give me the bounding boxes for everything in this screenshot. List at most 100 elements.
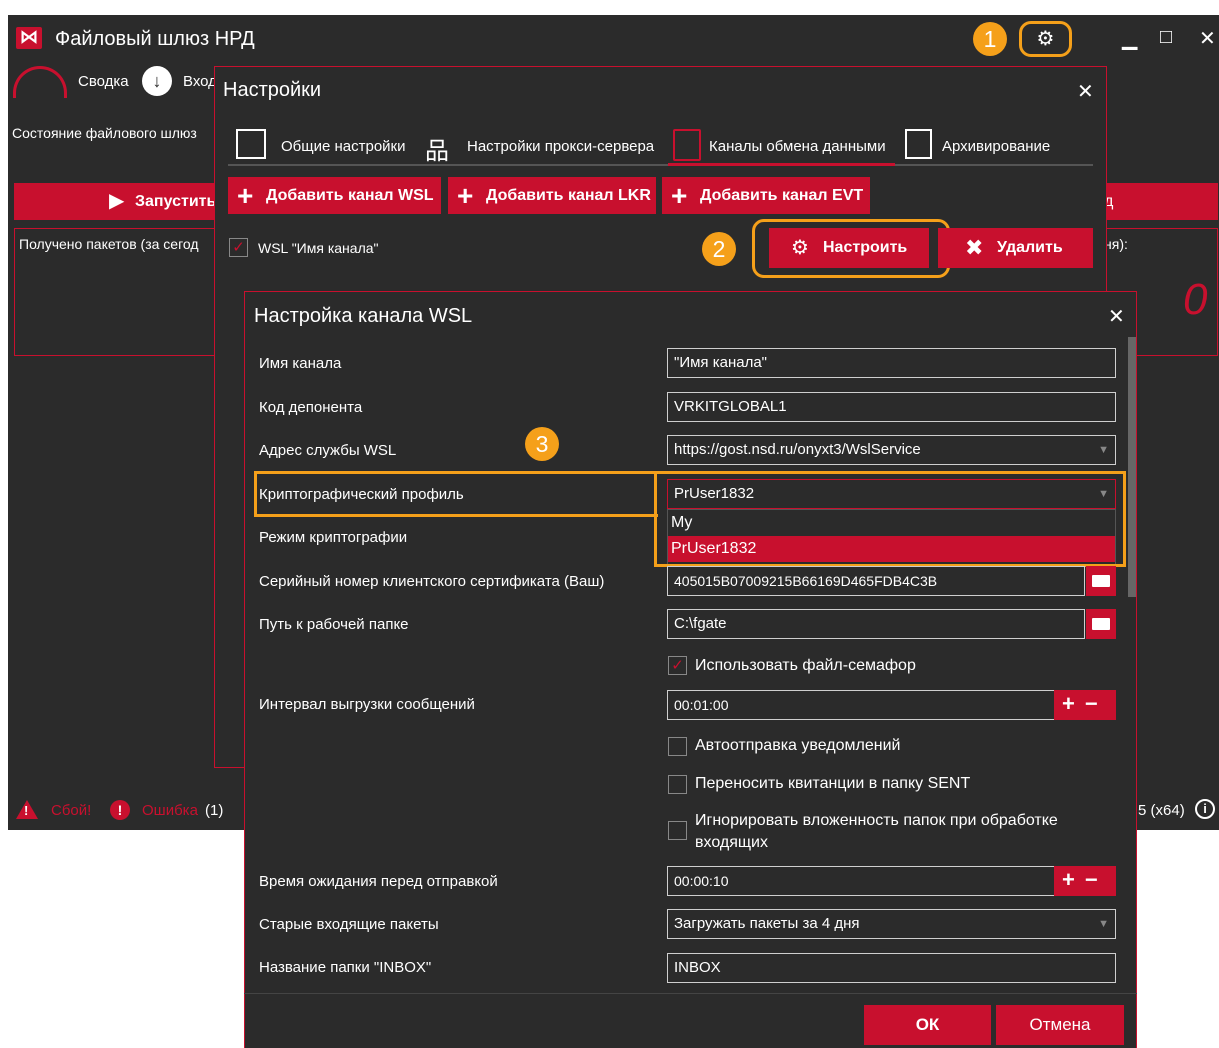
crypto-mode-label: Режим криптографии <box>259 529 408 546</box>
wsl-dialog-title: Настройка канала WSL <box>254 305 473 327</box>
channel-name-input[interactable]: "Имя канала" <box>667 348 1116 378</box>
close-window-button[interactable]: ✕ <box>1199 26 1216 51</box>
inbox-input[interactable]: INBOX <box>667 953 1116 983</box>
move-receipts-checkbox[interactable] <box>668 775 687 794</box>
version-text: 5 (x64) <box>1138 802 1185 819</box>
settings-gear-button[interactable]: ⚙ <box>1019 21 1072 57</box>
add-wsl-label: Добавить канал WSL <box>266 187 434 204</box>
auto-notify-label: Автоотправка уведомлений <box>695 737 901 754</box>
ignore-nesting-checkbox[interactable] <box>668 821 687 840</box>
wait-time-label: Время ожидания перед отправкой <box>259 873 498 890</box>
ok-button[interactable]: ОК <box>864 1005 991 1045</box>
semaphore-label: Использовать файл-семафор <box>695 657 916 674</box>
step-badge-3: 3 <box>525 427 559 461</box>
configure-highlight <box>752 219 950 278</box>
packets-received-label: Получено пакетов (за сегод <box>19 236 199 252</box>
path-browse-button[interactable] <box>1086 609 1116 639</box>
service-address-value: https://gost.nsd.ru/onyxt3/WslService <box>674 441 921 458</box>
nav-summary-tab[interactable]: Сводка <box>78 73 129 90</box>
info-icon[interactable]: i <box>1195 799 1215 819</box>
play-icon: ▶ <box>109 190 125 212</box>
add-evt-label: Добавить канал EVT <box>700 187 864 204</box>
network-icon: 品 <box>425 138 449 165</box>
tab-general[interactable]: Общие настройки <box>281 138 406 155</box>
minimize-button[interactable]: ▁ <box>1122 26 1137 51</box>
wsl-close-icon[interactable]: ✕ <box>1108 304 1125 329</box>
auto-notify-checkbox[interactable] <box>668 737 687 756</box>
delete-label: Удалить <box>997 239 1063 256</box>
delete-button[interactable]: ✖ Удалить <box>938 228 1093 268</box>
general-settings-icon <box>236 129 266 159</box>
start-button-label: Запустить <box>135 193 217 210</box>
archive-icon <box>905 129 932 159</box>
app-title: Файловый шлюз НРД <box>55 28 255 50</box>
path-input[interactable]: C:\fgate <box>667 609 1085 639</box>
cancel-button[interactable]: Отмена <box>996 1005 1124 1045</box>
tabs-divider <box>228 164 1093 166</box>
tab-proxy[interactable]: Настройки прокси-сервера <box>467 138 654 155</box>
service-address-label: Адрес службы WSL <box>259 442 397 459</box>
active-tab-indicator <box>668 163 895 166</box>
wait-time-input[interactable]: 00:00:10 <box>667 866 1116 896</box>
old-packets-value: Загружать пакеты за 4 дня <box>674 915 860 932</box>
wsl-scrollbar[interactable] <box>1128 337 1136 597</box>
interval-label: Интервал выгрузки сообщений <box>259 696 475 713</box>
crypto-dropdown-highlight <box>654 471 1126 567</box>
serial-browse-button[interactable] <box>1086 566 1116 596</box>
error-icon: ! <box>110 800 130 820</box>
wait-time-stepper[interactable]: +− <box>1054 866 1116 896</box>
tab-channels[interactable]: Каналы обмена данными <box>709 138 886 155</box>
step-badge-2: 2 <box>702 232 736 266</box>
folder-icon <box>1092 575 1110 587</box>
add-lkr-channel-button[interactable]: + Добавить канал LKR <box>448 177 656 214</box>
serial-input[interactable]: 405015B07009215B66169D465FDB4C3B <box>667 566 1085 596</box>
channel-label: WSL "Имя канала" <box>258 240 379 256</box>
add-evt-channel-button[interactable]: + Добавить канал EVT <box>662 177 870 214</box>
settings-close-icon[interactable]: ✕ <box>1077 79 1094 104</box>
delete-icon: ✖ <box>965 235 984 260</box>
step-badge-1: 1 <box>973 22 1007 56</box>
plus-icon: + <box>457 180 474 211</box>
interval-stepper[interactable]: +− <box>1054 690 1116 720</box>
tab-archive[interactable]: Архивирование <box>942 138 1050 155</box>
download-icon: ↓ <box>142 66 172 96</box>
plus-icon: + <box>671 180 688 211</box>
depo-code-label: Код депонента <box>259 399 363 416</box>
semaphore-checkbox[interactable]: ✓ <box>668 656 687 675</box>
settings-title: Настройки <box>223 79 322 101</box>
nrd-logo-icon: ⋈ <box>16 27 42 49</box>
path-label: Путь к рабочей папке <box>259 616 409 633</box>
inbox-label: Название папки "INBOX" <box>259 959 432 976</box>
ignore-nesting-label-1: Игнорировать вложенность папок при обраб… <box>695 812 1058 829</box>
error-link[interactable]: Ошибка <box>142 802 198 819</box>
gear-icon: ⚙ <box>1036 28 1055 50</box>
plus-icon: + <box>237 180 254 211</box>
nav-incoming-tab[interactable]: Вход <box>183 73 217 90</box>
depo-code-input[interactable]: VRKITGLOBAL1 <box>667 392 1116 422</box>
channel-name-label: Имя канала <box>259 355 342 372</box>
packets-sent-label: ня): <box>1104 236 1128 252</box>
serial-label: Серийный номер клиентского сертификата (… <box>259 573 605 590</box>
move-receipts-label: Переносить квитанции в папку SENT <box>695 775 971 792</box>
gateway-status-label: Состояние файлового шлюз <box>12 125 197 141</box>
stop-button[interactable]: д <box>1090 183 1218 220</box>
chevron-down-icon: ▼ <box>1098 918 1109 930</box>
start-button[interactable]: ▶ Запустить <box>14 183 217 220</box>
folder-icon <box>1092 618 1110 630</box>
error-count: (1) <box>205 802 224 819</box>
service-address-select[interactable]: https://gost.nsd.ru/onyxt3/WslService ▼ <box>667 435 1116 465</box>
old-packets-select[interactable]: Загружать пакеты за 4 дня ▼ <box>667 909 1116 939</box>
footer-divider <box>244 993 1137 994</box>
warning-mark: ! <box>24 803 29 818</box>
add-wsl-channel-button[interactable]: + Добавить канал WSL <box>228 177 441 214</box>
fail-link[interactable]: Сбой! <box>51 802 91 819</box>
add-lkr-label: Добавить канал LKR <box>486 187 651 204</box>
channel-checkbox[interactable]: ✓ <box>229 238 248 257</box>
channels-icon <box>673 129 701 161</box>
crypto-label-highlight <box>254 471 658 517</box>
packets-count: 0 <box>1183 275 1208 324</box>
ignore-nesting-label-2: входящих <box>695 834 768 851</box>
interval-input[interactable]: 00:01:00 <box>667 690 1116 720</box>
chevron-down-icon: ▼ <box>1098 444 1109 456</box>
maximize-button[interactable]: □ <box>1160 26 1172 49</box>
